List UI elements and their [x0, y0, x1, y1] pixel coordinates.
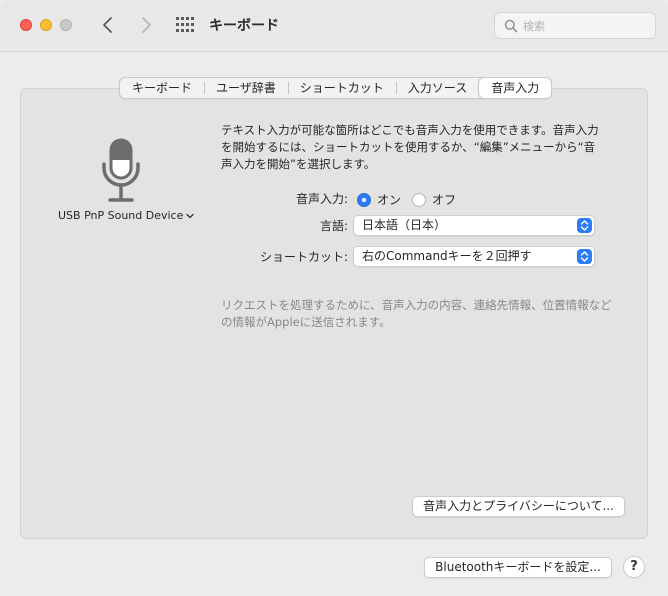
- toolbar: キーボード: [0, 0, 668, 52]
- privacy-info-button[interactable]: 音声入力とプライバシーについて...: [412, 496, 625, 517]
- input-device-label: USB PnP Sound Device: [58, 209, 184, 222]
- forward-button[interactable]: [134, 13, 158, 37]
- search-input[interactable]: [523, 17, 647, 35]
- search-field[interactable]: [494, 12, 656, 39]
- window-title: キーボード: [209, 18, 279, 34]
- preferences-window: キーボード キーボード ユーザ辞書 ショートカット 入力ソース 音声入力 USB…: [0, 0, 668, 596]
- close-button[interactable]: [20, 19, 32, 31]
- chevron-down-icon: [186, 213, 195, 218]
- help-button[interactable]: ?: [623, 556, 645, 578]
- dictation-on-radio[interactable]: オン: [357, 191, 401, 208]
- grid-icon: [176, 17, 194, 32]
- dictation-toggle-label: 音声入力:: [295, 192, 348, 206]
- chevron-left-icon: [103, 17, 112, 33]
- dictation-description: テキスト入力が可能な箇所はどこでも音声入力を使用できます。音声入力を開始するには…: [221, 123, 599, 171]
- language-popup[interactable]: 日本語（日本）: [353, 215, 595, 236]
- tab-shortcuts[interactable]: ショートカット: [287, 78, 396, 98]
- tab-keyboard[interactable]: キーボード: [120, 78, 204, 98]
- radio-selected-icon: [357, 192, 371, 207]
- tab-input-sources[interactable]: 入力ソース: [395, 78, 479, 98]
- dictation-off-radio[interactable]: オフ: [412, 191, 456, 208]
- popup-stepper-icon: [577, 218, 592, 233]
- zoom-button[interactable]: [60, 19, 72, 31]
- chevron-right-icon: [142, 17, 151, 33]
- privacy-note: リクエストを処理するために、音声入力の内容、連絡先情報、位置情報などの情報がAp…: [221, 298, 612, 329]
- shortcut-popup[interactable]: 右のCommandキーを２回押す: [353, 246, 595, 267]
- language-value: 日本語（日本）: [362, 218, 447, 232]
- show-all-button[interactable]: [175, 16, 195, 34]
- minimize-button[interactable]: [40, 19, 52, 31]
- tab-bar: キーボード ユーザ辞書 ショートカット 入力ソース 音声入力: [119, 77, 553, 99]
- search-icon: [504, 19, 518, 33]
- tab-dictation[interactable]: 音声入力: [479, 78, 552, 98]
- microphone-icon: [102, 138, 140, 202]
- radio-unselected-icon: [412, 192, 426, 207]
- off-label: オフ: [432, 193, 457, 207]
- tab-user-dictionary[interactable]: ユーザ辞書: [204, 78, 288, 98]
- language-label: 言語:: [319, 219, 348, 233]
- setup-bluetooth-keyboard-button[interactable]: Bluetoothキーボードを設定...: [424, 557, 612, 578]
- on-label: オン: [377, 193, 402, 207]
- shortcut-value: 右のCommandキーを２回押す: [362, 249, 532, 263]
- popup-stepper-icon: [577, 249, 592, 264]
- input-device-menu[interactable]: USB PnP Sound Device: [58, 209, 195, 222]
- shortcut-label: ショートカット:: [259, 250, 348, 264]
- back-button[interactable]: [96, 13, 120, 37]
